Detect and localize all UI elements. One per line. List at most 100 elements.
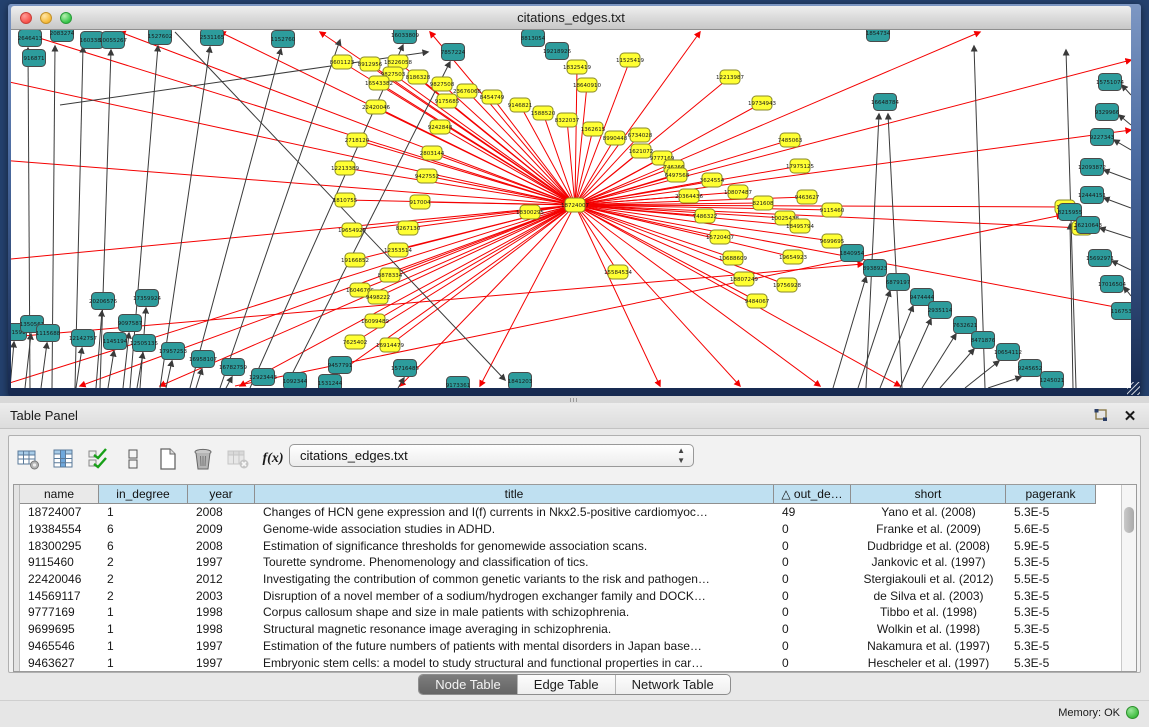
graph-edge[interactable]: [357, 140, 575, 205]
table-row[interactable]: 2242004622012Investigating the contribut…: [20, 571, 1096, 588]
graph-edge[interactable]: [1119, 115, 1131, 125]
cytoscape-desktop: citations_edges.txt 18724007183002958601…: [0, 0, 1149, 400]
graph-edge[interactable]: [1122, 85, 1131, 95]
column-header-title[interactable]: title: [255, 485, 774, 504]
table-row[interactable]: 911546021997Tourette syndrome. Phenomeno…: [20, 554, 1096, 571]
graph-edge[interactable]: [11, 342, 14, 388]
graph-edge[interactable]: [376, 107, 575, 205]
graph-edge[interactable]: [940, 349, 974, 388]
window-resize-grip[interactable]: [1127, 382, 1140, 395]
close-panel-icon[interactable]: ✕: [1121, 407, 1139, 425]
graph-edge[interactable]: [833, 277, 866, 388]
table-row[interactable]: 1872400712008Changes of HCN gene express…: [20, 504, 1096, 521]
table-row[interactable]: 946554611997Estimation of the future num…: [20, 638, 1096, 655]
function-builder-icon[interactable]: f(x): [260, 446, 286, 472]
table-row[interactable]: 1938455462009Genome-wide association stu…: [20, 521, 1096, 538]
graph-edge[interactable]: [575, 130, 1131, 205]
graph-edge[interactable]: [41, 343, 47, 388]
graph-edge[interactable]: [988, 377, 1021, 388]
column-header-name[interactable]: name: [20, 485, 99, 504]
graph-edge[interactable]: [1100, 228, 1131, 238]
graph-edge[interactable]: [28, 48, 30, 388]
column-header-in_degree[interactable]: in_degree: [99, 485, 188, 504]
window-titlebar[interactable]: citations_edges.txt: [11, 6, 1131, 30]
table-row[interactable]: 977716911998Corpus callosum shape and si…: [20, 604, 1096, 621]
graph-node-label: 9699695: [820, 239, 845, 245]
graph-edge[interactable]: [11, 205, 575, 260]
graph-edge[interactable]: [1124, 287, 1131, 296]
tab-node-table[interactable]: Node Table: [419, 675, 518, 694]
graph-edge[interactable]: [1114, 140, 1131, 150]
graph-node-label: 1588520: [531, 111, 556, 117]
memory-ok-icon: [1126, 706, 1139, 719]
graph-edge[interactable]: [858, 291, 890, 388]
graph-edge[interactable]: [880, 306, 913, 388]
network-view-window[interactable]: citations_edges.txt 18724007183002958601…: [8, 4, 1141, 396]
graph-edge[interactable]: [108, 351, 114, 388]
close-window-icon[interactable]: [20, 12, 32, 24]
graph-edge[interactable]: [900, 319, 931, 388]
delete-attribute-icon[interactable]: [190, 446, 216, 472]
graph-edge[interactable]: [1104, 198, 1131, 208]
column-header-out_de[interactable]: △ out_de…: [774, 485, 851, 504]
graph-edge[interactable]: [220, 40, 340, 388]
scrollbar-thumb[interactable]: [1124, 507, 1134, 533]
graph-edge[interactable]: [1112, 261, 1131, 270]
panel-splitter[interactable]: [0, 396, 1149, 403]
float-panel-icon[interactable]: [1091, 407, 1109, 425]
graph-edge[interactable]: [20, 32, 575, 205]
graph-node-label: 6497568: [665, 173, 690, 179]
graph-node-label: 6879197: [886, 280, 911, 286]
table-row[interactable]: 946362711997Embryonic stem cells: a mode…: [20, 654, 1096, 671]
graph-node-label: 8267130: [396, 226, 421, 232]
network-canvas[interactable]: 1872400718300295860112389129561822605898…: [11, 30, 1131, 388]
cell: 5.3E-5: [1006, 555, 1096, 569]
table-select-dropdown[interactable]: citations_edges.txt ▲▼: [289, 444, 694, 467]
column-header-year[interactable]: year: [188, 485, 255, 504]
column-header-short[interactable]: short: [851, 485, 1006, 504]
table-row[interactable]: 1830029562008Estimation of significance …: [20, 537, 1096, 554]
graph-edge[interactable]: [1104, 170, 1131, 180]
table-settings-icon[interactable]: [15, 446, 41, 472]
graph-edge[interactable]: [447, 101, 575, 205]
tab-network-table[interactable]: Network Table: [616, 675, 730, 694]
graph-edge[interactable]: [922, 334, 956, 388]
cell: 9465546: [20, 639, 99, 653]
new-table-icon[interactable]: [155, 446, 181, 472]
graph-edge[interactable]: [575, 129, 593, 205]
graph-edge[interactable]: [250, 45, 403, 388]
row-height-icon[interactable]: [120, 446, 146, 472]
graph-edge[interactable]: [196, 369, 202, 388]
table-row[interactable]: 1456911722003Disruption of a novel membe…: [20, 587, 1096, 604]
column-header-pagerank[interactable]: pagerank: [1006, 485, 1096, 504]
graph-edge[interactable]: [11, 160, 575, 205]
graph-edge[interactable]: [575, 167, 674, 205]
status-bar: Memory: OK: [0, 700, 1149, 727]
graph-node-label: 9146821: [508, 103, 533, 109]
graph-node-label: 12093872: [1078, 165, 1106, 171]
graph-node-label: 1531244: [318, 381, 343, 387]
cell: 5.6E-5: [1006, 522, 1096, 536]
graph-node-label: 1527602: [148, 34, 173, 40]
show-column-icon[interactable]: [50, 446, 76, 472]
table-panel-title: Table Panel: [10, 408, 78, 423]
graph-edge[interactable]: [575, 60, 1131, 205]
graph-edge[interactable]: [866, 114, 879, 388]
zoom-window-icon[interactable]: [60, 12, 72, 24]
table-row[interactable]: 969969511998Structural magnetic resonanc…: [20, 621, 1096, 638]
graph-edge[interactable]: [226, 377, 232, 388]
cell: 2: [99, 589, 188, 603]
graph-edge[interactable]: [965, 361, 999, 388]
delete-table-icon[interactable]: [225, 446, 251, 472]
graph-edge[interactable]: [440, 127, 575, 205]
graph-edge[interactable]: [575, 205, 900, 386]
graph-edge[interactable]: [166, 361, 172, 388]
minimize-window-icon[interactable]: [40, 12, 52, 24]
graph-edge[interactable]: [160, 47, 210, 388]
graph-edge[interactable]: [76, 348, 82, 388]
table-scrollbar[interactable]: [1121, 485, 1136, 671]
tab-edge-table[interactable]: Edge Table: [518, 675, 616, 694]
select-rows-icon[interactable]: [85, 446, 111, 472]
graph-edge[interactable]: [190, 49, 281, 388]
graph-edge[interactable]: [575, 205, 618, 272]
